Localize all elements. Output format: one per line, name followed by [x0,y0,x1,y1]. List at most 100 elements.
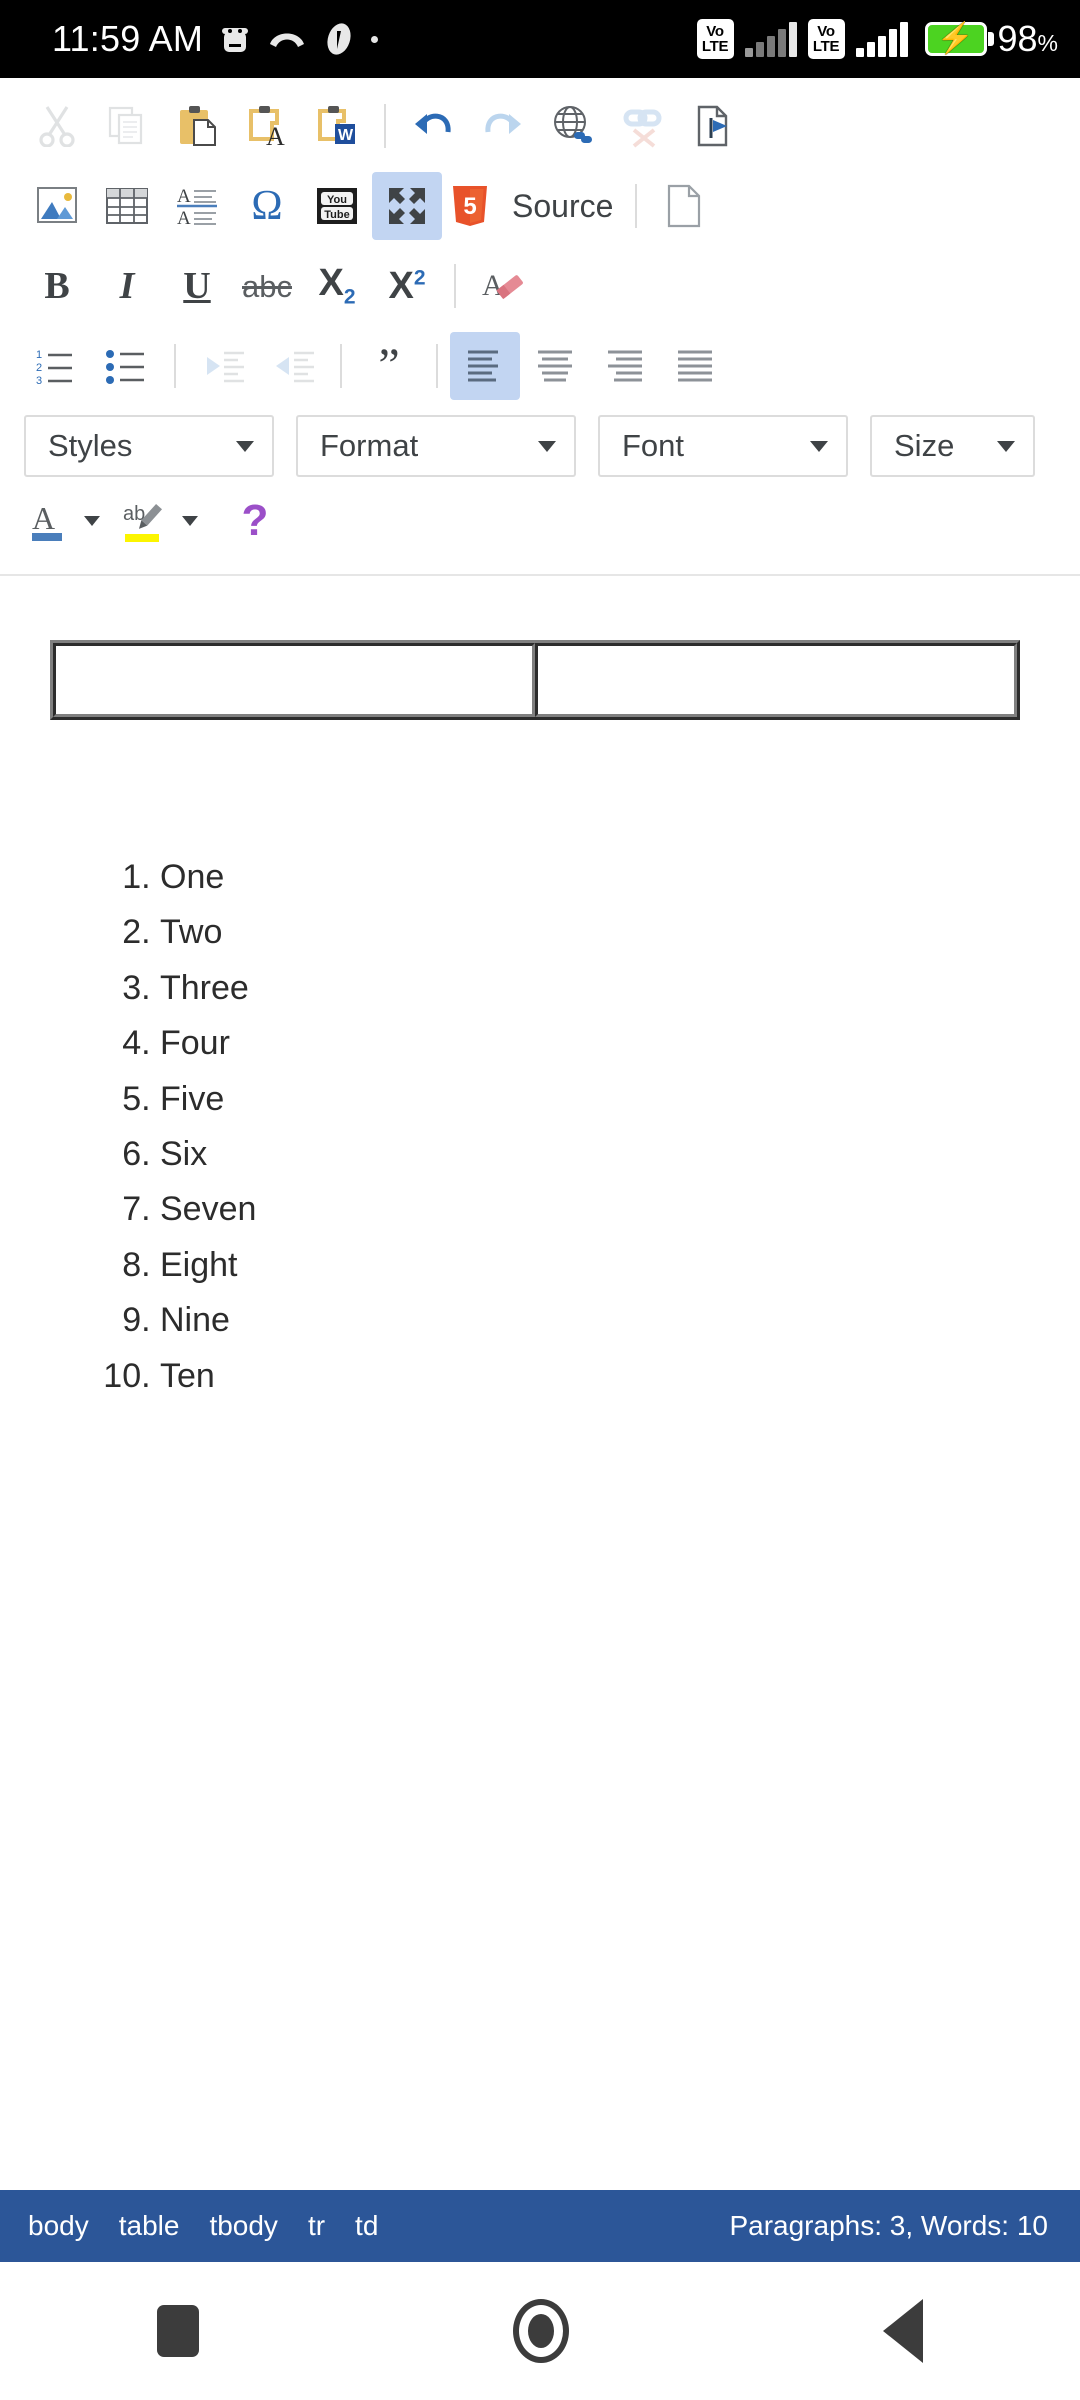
table-body [53,643,1017,717]
cut-icon[interactable] [22,92,92,160]
elements-path-item-td[interactable]: td [355,2210,378,2242]
table-cell[interactable] [535,643,1017,717]
new-page-icon[interactable] [649,172,719,240]
font-dropdown[interactable]: Font [598,415,848,477]
svg-text:W: W [338,127,354,144]
elements-path-item-body[interactable]: body [28,2210,89,2242]
align-right-icon[interactable] [590,332,660,400]
list-item[interactable]: Nine [160,1293,1030,1348]
paste-icon[interactable] [162,92,232,160]
italic-icon[interactable]: I [92,252,162,320]
numbered-list[interactable]: One Two Three Four Five Six Seven Eight … [98,850,1030,1404]
html5-source-icon[interactable]: 5 [442,172,498,240]
chevron-down-icon [810,440,828,452]
svg-text:You: You [327,194,347,206]
list-item[interactable]: Ten [160,1349,1030,1404]
svg-text:A: A [177,186,191,207]
svg-text:A: A [266,122,285,148]
increase-indent-icon[interactable] [258,332,328,400]
anchor-icon[interactable] [678,92,748,160]
elements-path-item-table[interactable]: table [119,2210,180,2242]
toolbar-row-basic-styles: B I U abc X2 X2 A [22,246,1058,326]
chevron-down-icon[interactable] [84,516,100,526]
document-table[interactable] [50,640,1020,720]
list-item[interactable]: One [160,850,1030,905]
toolbar-row-dropdowns: Styles Format Font Size [22,406,1058,486]
toolbar-separator [436,344,438,388]
toolbar-row-clipboard: A W [22,86,1058,166]
size-dropdown-label: Size [894,428,955,463]
youtube-icon[interactable]: You Tube [302,172,372,240]
table-cell[interactable] [53,643,535,717]
elements-path-item-tbody[interactable]: tbody [209,2210,278,2242]
svg-text:5: 5 [463,193,476,220]
align-left-icon[interactable] [450,332,520,400]
subscript-icon[interactable]: X2 [302,252,372,320]
status-bar-right: Vo LTE Vo LTE ⚡ 98% [696,18,1058,60]
toolbar-row-paragraph: 123 ” [22,326,1058,406]
list-item[interactable]: Three [160,961,1030,1016]
toolbar-separator [635,184,638,228]
image-icon[interactable] [22,172,92,240]
size-dropdown[interactable]: Size [870,415,1035,477]
home-button-icon[interactable] [513,2299,569,2363]
list-item[interactable]: Seven [160,1182,1030,1237]
link-icon[interactable] [538,92,608,160]
superscript-icon[interactable]: X2 [372,252,442,320]
about-ckeditor-icon[interactable]: ? [220,487,290,555]
maximize-icon[interactable] [372,172,442,240]
svg-text:A: A [32,500,55,536]
list-item[interactable]: Two [160,905,1030,960]
font-dropdown-label: Font [622,428,685,463]
signal-strength-sim2-icon [855,21,908,57]
list-item[interactable]: Four [160,1016,1030,1071]
toolbar-separator [340,344,342,388]
list-item[interactable]: Eight [160,1238,1030,1293]
signal-strength-sim1-icon [744,21,797,57]
paste-as-plain-text-icon[interactable]: A [232,92,302,160]
list-item[interactable]: Six [160,1127,1030,1182]
justify-icon[interactable] [660,332,730,400]
copy-icon[interactable] [92,92,162,160]
toolbar-row-colors: A ab ? [22,486,1058,556]
toolbar-row-insert: AA Ω You Tube 5 Source [22,166,1058,246]
underline-icon[interactable]: U [162,252,232,320]
svg-text:A: A [177,208,191,227]
svg-text:Tube: Tube [324,209,349,221]
paste-from-word-icon[interactable]: W [302,92,372,160]
blockquote-icon[interactable]: ” [354,332,424,400]
align-center-icon[interactable] [520,332,590,400]
status-bar-left: 11:59 AM [52,18,379,60]
styles-dropdown[interactable]: Styles [24,415,274,477]
back-button-icon[interactable] [883,2299,923,2363]
background-color-icon[interactable]: ab [114,487,176,555]
horizontal-rule-icon[interactable]: AA [162,172,232,240]
chevron-down-icon [538,440,556,452]
recents-button-icon[interactable] [157,2305,199,2357]
unlink-icon[interactable] [608,92,678,160]
source-label[interactable]: Source [512,188,613,225]
elements-path-item-tr[interactable]: tr [308,2210,325,2242]
text-color-icon[interactable]: A [22,487,78,555]
table-icon[interactable] [92,172,162,240]
undo-icon[interactable] [398,92,468,160]
format-dropdown[interactable]: Format [296,415,576,477]
android-status-bar: 11:59 AM Vo LTE Vo LTE ⚡ 98% [0,0,1080,78]
list-item[interactable]: Five [160,1072,1030,1127]
styles-dropdown-label: Styles [48,428,133,463]
special-character-icon[interactable]: Ω [232,172,302,240]
bold-icon[interactable]: B [22,252,92,320]
editor-content-area[interactable]: One Two Three Four Five Six Seven Eight … [0,578,1080,2190]
chevron-down-icon[interactable] [182,516,198,526]
chevron-down-icon [997,440,1015,452]
screen-root: 11:59 AM Vo LTE Vo LTE ⚡ 98% A W A A Ω Y… [0,0,1080,2400]
svg-text:3: 3 [36,375,42,386]
numbered-list-icon[interactable]: 123 [22,332,92,400]
app-notification-icon [324,21,354,57]
strikethrough-icon[interactable]: abc [232,252,302,320]
decrease-indent-icon[interactable] [188,332,258,400]
volte-sim2-icon: Vo LTE [807,19,845,59]
bulleted-list-icon[interactable] [92,332,162,400]
redo-icon[interactable] [468,92,538,160]
remove-format-icon[interactable]: A [468,252,538,320]
